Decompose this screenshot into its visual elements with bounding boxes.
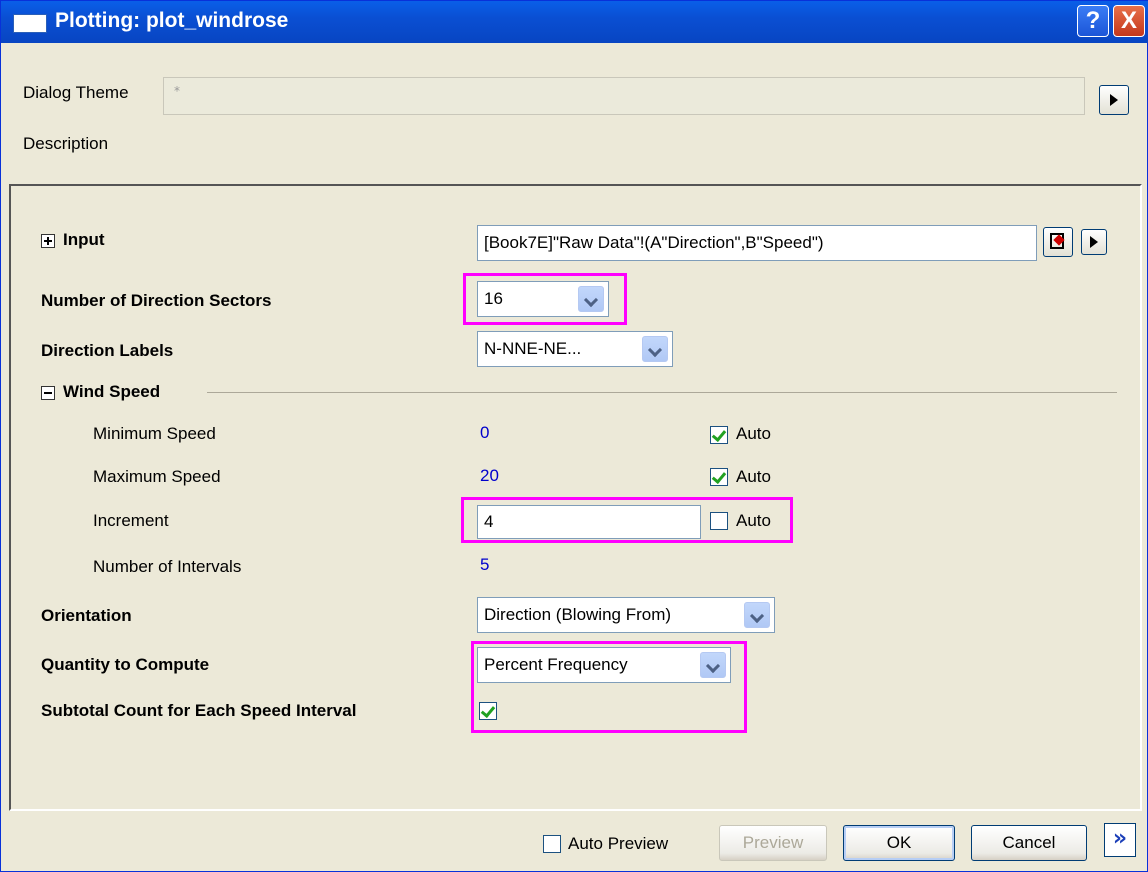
triangle-right-icon — [1090, 236, 1098, 248]
window-icon — [13, 14, 47, 33]
max-speed-auto-checkbox[interactable] — [710, 468, 728, 486]
dialog-theme-combo[interactable]: * — [163, 77, 1085, 115]
collapse-minus-icon[interactable] — [41, 386, 55, 400]
window-title: Plotting: plot_windrose — [55, 9, 289, 32]
max-speed-value: 20 — [480, 466, 499, 485]
input-menu-button[interactable] — [1081, 229, 1107, 255]
theme-menu-button[interactable] — [1099, 85, 1129, 115]
title-bar[interactable]: Plotting: plot_windrose ? X — [1, 1, 1148, 43]
input-value: [Book7E]"Raw Data"!(A"Direction",B"Speed… — [484, 233, 824, 252]
subtotal-label: Subtotal Count for Each Speed Interval — [41, 701, 357, 720]
group-separator — [207, 392, 1117, 393]
auto-preview-label: Auto Preview — [568, 834, 669, 853]
ok-button[interactable]: OK — [843, 825, 955, 861]
max-speed-auto-label: Auto — [736, 467, 771, 486]
direction-labels-dropdown[interactable]: N-NNE-NE... — [477, 331, 673, 367]
wind-speed-label: Wind Speed — [63, 382, 161, 401]
highlight-increment — [461, 497, 793, 543]
direction-labels-value: N-NNE-NE... — [484, 339, 582, 358]
cancel-button[interactable]: Cancel — [971, 825, 1087, 861]
dialog-theme-value: * — [174, 84, 180, 98]
min-speed-auto-checkbox[interactable] — [710, 426, 728, 444]
intervals-label: Number of Intervals — [93, 557, 242, 576]
intervals-value: 5 — [480, 555, 490, 574]
preview-button[interactable]: Preview — [719, 825, 827, 861]
auto-preview-checkbox[interactable] — [543, 835, 561, 853]
range-select-icon[interactable] — [1043, 227, 1073, 257]
max-speed-label: Maximum Speed — [93, 467, 221, 486]
expand-more-icon[interactable]: » — [1104, 823, 1136, 857]
highlight-sectors — [463, 273, 627, 325]
highlight-quantity — [471, 641, 747, 733]
direction-labels-label: Direction Labels — [41, 341, 174, 360]
quantity-label: Quantity to Compute — [41, 655, 210, 674]
min-speed-auto-label: Auto — [736, 424, 771, 443]
sectors-label: Number of Direction Sectors — [41, 291, 272, 310]
description-label: Description — [23, 134, 109, 153]
dialog-theme-label: Dialog Theme — [23, 83, 129, 102]
input-label: Input — [63, 230, 105, 249]
help-button[interactable]: ? — [1077, 5, 1109, 37]
chevron-down-icon[interactable] — [744, 602, 770, 628]
min-speed-label: Minimum Speed — [93, 424, 216, 443]
orientation-dropdown[interactable]: Direction (Blowing From) — [477, 597, 775, 633]
expand-plus-icon[interactable] — [41, 234, 55, 248]
orientation-label: Orientation — [41, 606, 132, 625]
input-field[interactable]: [Book7E]"Raw Data"!(A"Direction",B"Speed… — [477, 225, 1037, 261]
chevron-down-icon[interactable] — [642, 336, 668, 362]
orientation-value: Direction (Blowing From) — [484, 605, 672, 624]
min-speed-value: 0 — [480, 423, 490, 442]
dialog-window: Plotting: plot_windrose ? X Dialog Theme… — [0, 0, 1148, 872]
increment-label: Increment — [93, 511, 169, 530]
triangle-right-icon — [1110, 94, 1118, 106]
close-button[interactable]: X — [1113, 5, 1145, 37]
